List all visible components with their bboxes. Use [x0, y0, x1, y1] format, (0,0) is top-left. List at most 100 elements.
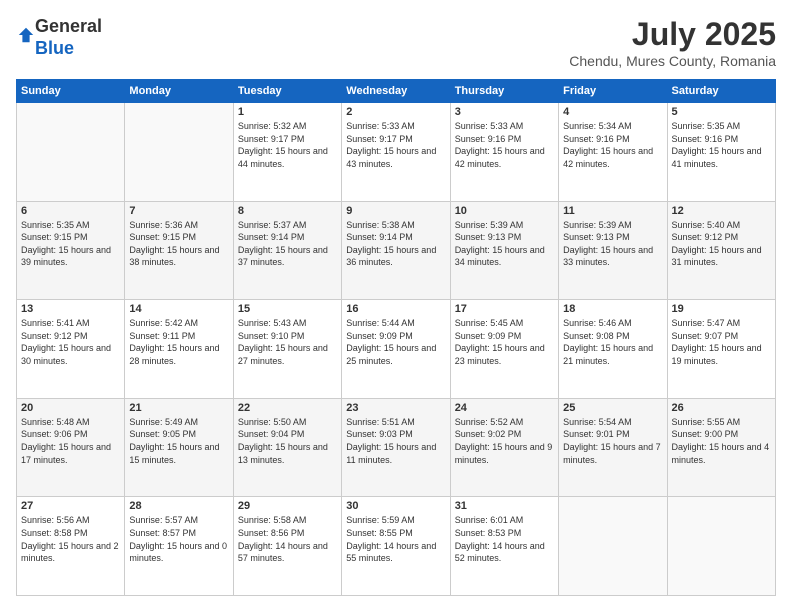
day-number: 26 [672, 402, 771, 414]
day-detail: Sunrise: 5:41 AMSunset: 9:12 PMDaylight:… [21, 317, 120, 367]
day-cell: 17 Sunrise: 5:45 AMSunset: 9:09 PMDayligh… [450, 300, 558, 399]
day-cell: 5Sunrise: 5:35 AMSunset: 9:16 PMDaylight… [667, 103, 775, 202]
day-number: 31 [455, 500, 554, 512]
col-thursday: Thursday [450, 80, 558, 103]
logo-icon [17, 26, 35, 44]
day-number: 13 [21, 303, 120, 315]
day-cell: 1 Sunrise: 5:32 AMSunset: 9:17 PMDaylight… [233, 103, 341, 202]
day-detail: Sunrise: 5:35 AMSunset: 9:16 PMDaylight:… [672, 120, 771, 170]
week-row-2: 13 Sunrise: 5:41 AMSunset: 9:12 PMDayligh… [17, 300, 776, 399]
day-detail: Sunrise: 5:44 AMSunset: 9:09 PMDaylight:… [346, 317, 445, 367]
day-number: 25 [563, 402, 662, 414]
day-detail: Sunrise: 5:52 AMSunset: 9:02 PMDaylight:… [455, 416, 554, 466]
day-cell: 4Sunrise: 5:34 AMSunset: 9:16 PMDaylight… [559, 103, 667, 202]
day-number: 6 [21, 205, 120, 217]
calendar-page: General Blue July 2025 Chendu, Mures Cou… [0, 0, 792, 612]
day-number: 18 [563, 303, 662, 315]
day-cell: 16 Sunrise: 5:44 AMSunset: 9:09 PMDayligh… [342, 300, 450, 399]
week-row-1: 6 Sunrise: 5:35 AMSunset: 9:15 PMDaylight… [17, 201, 776, 300]
day-cell: 8Sunrise: 5:37 AMSunset: 9:14 PMDaylight… [233, 201, 341, 300]
day-number: 10 [455, 205, 554, 217]
week-row-4: 27 Sunrise: 5:56 AMSunset: 8:58 PMDayligh… [17, 497, 776, 596]
day-number: 30 [346, 500, 445, 512]
day-cell: 3 Sunrise: 5:33 AMSunset: 9:16 PMDaylight… [450, 103, 558, 202]
logo-general-text: General [35, 16, 102, 36]
col-friday: Friday [559, 80, 667, 103]
day-detail: Sunrise: 5:55 AMSunset: 9:00 PMDaylight:… [672, 416, 771, 466]
day-cell: 20Sunrise: 5:48 AMSunset: 9:06 PMDayligh… [17, 398, 125, 497]
col-saturday: Saturday [667, 80, 775, 103]
day-detail: Sunrise: 5:47 AMSunset: 9:07 PMDaylight:… [672, 317, 771, 367]
calendar-title: July 2025 [569, 16, 776, 53]
day-detail: Sunrise: 5:50 AMSunset: 9:04 PMDaylight:… [238, 416, 337, 466]
day-number: 3 [455, 106, 554, 118]
day-cell: 13 Sunrise: 5:41 AMSunset: 9:12 PMDayligh… [17, 300, 125, 399]
day-detail: Sunrise: 5:49 AMSunset: 9:05 PMDaylight:… [129, 416, 228, 466]
day-detail: Sunrise: 5:35 AMSunset: 9:15 PMDaylight:… [21, 219, 120, 269]
day-detail: Sunrise: 6:01 AMSunset: 8:53 PMDaylight:… [455, 514, 554, 564]
day-cell [17, 103, 125, 202]
header-row: Sunday Monday Tuesday Wednesday Thursday… [17, 80, 776, 103]
calendar-table: Sunday Monday Tuesday Wednesday Thursday… [16, 79, 776, 596]
week-row-3: 20Sunrise: 5:48 AMSunset: 9:06 PMDayligh… [17, 398, 776, 497]
day-cell: 14Sunrise: 5:42 AMSunset: 9:11 PMDayligh… [125, 300, 233, 399]
day-detail: Sunrise: 5:46 AMSunset: 9:08 PMDaylight:… [563, 317, 662, 367]
day-number: 15 [238, 303, 337, 315]
day-cell: 28 Sunrise: 5:57 AMSunset: 8:57 PMDayligh… [125, 497, 233, 596]
day-detail: Sunrise: 5:36 AMSunset: 9:15 PMDaylight:… [129, 219, 228, 269]
day-cell: 30 Sunrise: 5:59 AMSunset: 8:55 PMDayligh… [342, 497, 450, 596]
day-detail: Sunrise: 5:33 AMSunset: 9:16 PMDaylight:… [455, 120, 554, 170]
day-detail: Sunrise: 5:39 AMSunset: 9:13 PMDaylight:… [563, 219, 662, 269]
day-detail: Sunrise: 5:57 AMSunset: 8:57 PMDaylight:… [129, 514, 228, 564]
day-number: 21 [129, 402, 228, 414]
day-cell: 12 Sunrise: 5:40 AMSunset: 9:12 PMDayligh… [667, 201, 775, 300]
day-number: 19 [672, 303, 771, 315]
calendar-subtitle: Chendu, Mures County, Romania [569, 53, 776, 69]
day-cell: 23 Sunrise: 5:51 AMSunset: 9:03 PMDayligh… [342, 398, 450, 497]
day-number: 1 [238, 106, 337, 118]
day-cell [667, 497, 775, 596]
logo-blue-text: Blue [35, 38, 74, 58]
day-cell: 11Sunrise: 5:39 AMSunset: 9:13 PMDayligh… [559, 201, 667, 300]
day-cell: 7 Sunrise: 5:36 AMSunset: 9:15 PMDaylight… [125, 201, 233, 300]
day-number: 7 [129, 205, 228, 217]
day-cell: 25 Sunrise: 5:54 AMSunset: 9:01 PMDayligh… [559, 398, 667, 497]
day-detail: Sunrise: 5:51 AMSunset: 9:03 PMDaylight:… [346, 416, 445, 466]
day-detail: Sunrise: 5:37 AMSunset: 9:14 PMDaylight:… [238, 219, 337, 269]
day-cell: 6 Sunrise: 5:35 AMSunset: 9:15 PMDaylight… [17, 201, 125, 300]
day-detail: Sunrise: 5:59 AMSunset: 8:55 PMDaylight:… [346, 514, 445, 564]
day-cell: 15 Sunrise: 5:43 AMSunset: 9:10 PMDayligh… [233, 300, 341, 399]
day-cell: 22 Sunrise: 5:50 AMSunset: 9:04 PMDayligh… [233, 398, 341, 497]
day-number: 4 [563, 106, 662, 118]
day-number: 22 [238, 402, 337, 414]
day-detail: Sunrise: 5:40 AMSunset: 9:12 PMDaylight:… [672, 219, 771, 269]
day-number: 9 [346, 205, 445, 217]
day-cell: 21 Sunrise: 5:49 AMSunset: 9:05 PMDayligh… [125, 398, 233, 497]
day-number: 27 [21, 500, 120, 512]
day-detail: Sunrise: 5:56 AMSunset: 8:58 PMDaylight:… [21, 514, 120, 564]
day-cell [559, 497, 667, 596]
day-cell: 24 Sunrise: 5:52 AMSunset: 9:02 PMDayligh… [450, 398, 558, 497]
day-number: 28 [129, 500, 228, 512]
day-detail: Sunrise: 5:32 AMSunset: 9:17 PMDaylight:… [238, 120, 337, 170]
col-wednesday: Wednesday [342, 80, 450, 103]
day-number: 17 [455, 303, 554, 315]
col-monday: Monday [125, 80, 233, 103]
day-detail: Sunrise: 5:54 AMSunset: 9:01 PMDaylight:… [563, 416, 662, 466]
logo: General Blue [16, 16, 102, 59]
day-detail: Sunrise: 5:38 AMSunset: 9:14 PMDaylight:… [346, 219, 445, 269]
day-cell: 2Sunrise: 5:33 AMSunset: 9:17 PMDaylight… [342, 103, 450, 202]
day-cell: 31 Sunrise: 6:01 AMSunset: 8:53 PMDayligh… [450, 497, 558, 596]
day-detail: Sunrise: 5:43 AMSunset: 9:10 PMDaylight:… [238, 317, 337, 367]
day-number: 12 [672, 205, 771, 217]
day-number: 23 [346, 402, 445, 414]
day-cell: 18 Sunrise: 5:46 AMSunset: 9:08 PMDayligh… [559, 300, 667, 399]
day-detail: Sunrise: 5:58 AMSunset: 8:56 PMDaylight:… [238, 514, 337, 564]
day-cell: 26 Sunrise: 5:55 AMSunset: 9:00 PMDayligh… [667, 398, 775, 497]
day-cell: 10Sunrise: 5:39 AMSunset: 9:13 PMDayligh… [450, 201, 558, 300]
day-number: 24 [455, 402, 554, 414]
day-detail: Sunrise: 5:45 AMSunset: 9:09 PMDaylight:… [455, 317, 554, 367]
day-number: 16 [346, 303, 445, 315]
title-block: July 2025 Chendu, Mures County, Romania [569, 16, 776, 69]
day-detail: Sunrise: 5:33 AMSunset: 9:17 PMDaylight:… [346, 120, 445, 170]
